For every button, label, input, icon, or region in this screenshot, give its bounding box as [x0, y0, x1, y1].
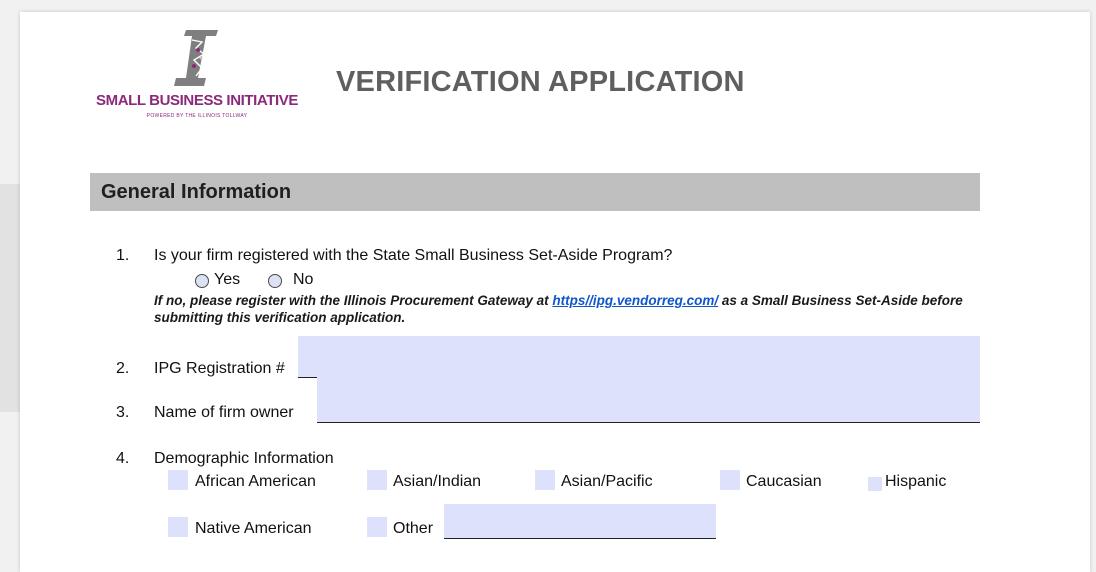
- section-title: General Information: [101, 181, 292, 203]
- radio-no[interactable]: [268, 274, 282, 288]
- note-text-start: If no, please register with the Illinois…: [154, 293, 553, 308]
- checkbox-asian-pacific-label: Asian/Pacific: [561, 473, 653, 490]
- firm-owner-underline: [317, 422, 980, 423]
- registration-note: If no, please register with the Illinois…: [154, 292, 984, 326]
- question-4-number: 4.: [116, 450, 130, 467]
- checkbox-caucasian-label: Caucasian: [746, 473, 822, 490]
- checkbox-hispanic[interactable]: [868, 477, 882, 491]
- question-4-label: Demographic Information: [154, 450, 334, 467]
- question-3-label: Name of firm owner: [154, 404, 294, 421]
- question-3-number: 3.: [116, 404, 130, 421]
- other-demographic-underline: [444, 538, 716, 539]
- checkbox-asian-indian[interactable]: [367, 470, 387, 490]
- radio-yes-label: Yes: [214, 271, 241, 288]
- question-1-text: Is your firm registered with the State S…: [154, 247, 673, 264]
- document-title: VERIFICATION APPLICATION: [336, 66, 745, 98]
- checkbox-african-american-label: African American: [195, 473, 316, 490]
- checkbox-african-american[interactable]: [168, 470, 188, 490]
- checkbox-other-label: Other: [393, 520, 434, 537]
- checkbox-other[interactable]: [367, 517, 387, 537]
- logo-tagline: POWERED BY THE ILLINOIS TOLLWAY: [146, 113, 248, 119]
- checkbox-caucasian[interactable]: [720, 470, 740, 490]
- ipg-registration-field[interactable]: [298, 336, 980, 377]
- firm-owner-field[interactable]: [317, 376, 980, 422]
- checkbox-native-american-label: Native American: [195, 520, 312, 537]
- checkbox-asian-indian-label: Asian/Indian: [393, 473, 482, 490]
- small-business-initiative-logo: SMALL BUSINESS INITIATIVE POWERED BY THE…: [84, 28, 310, 132]
- checkbox-hispanic-label: Hispanic: [885, 473, 947, 490]
- radio-yes[interactable]: [195, 274, 209, 288]
- question-1-number: 1.: [116, 247, 130, 264]
- radio-no-label: No: [293, 271, 314, 288]
- question-2-label: IPG Registration #: [154, 360, 285, 377]
- checkbox-native-american[interactable]: [168, 517, 188, 537]
- checkbox-asian-pacific[interactable]: [535, 470, 555, 490]
- tollway-i-logo-mark: [174, 30, 218, 86]
- ipg-link[interactable]: https//ipg.vendorreg.com/: [552, 293, 718, 308]
- question-2-number: 2.: [116, 360, 130, 377]
- section-header: General Information: [90, 173, 980, 211]
- logo-brand-text: SMALL BUSINESS INITIATIVE: [96, 92, 298, 109]
- other-demographic-field[interactable]: [444, 504, 716, 538]
